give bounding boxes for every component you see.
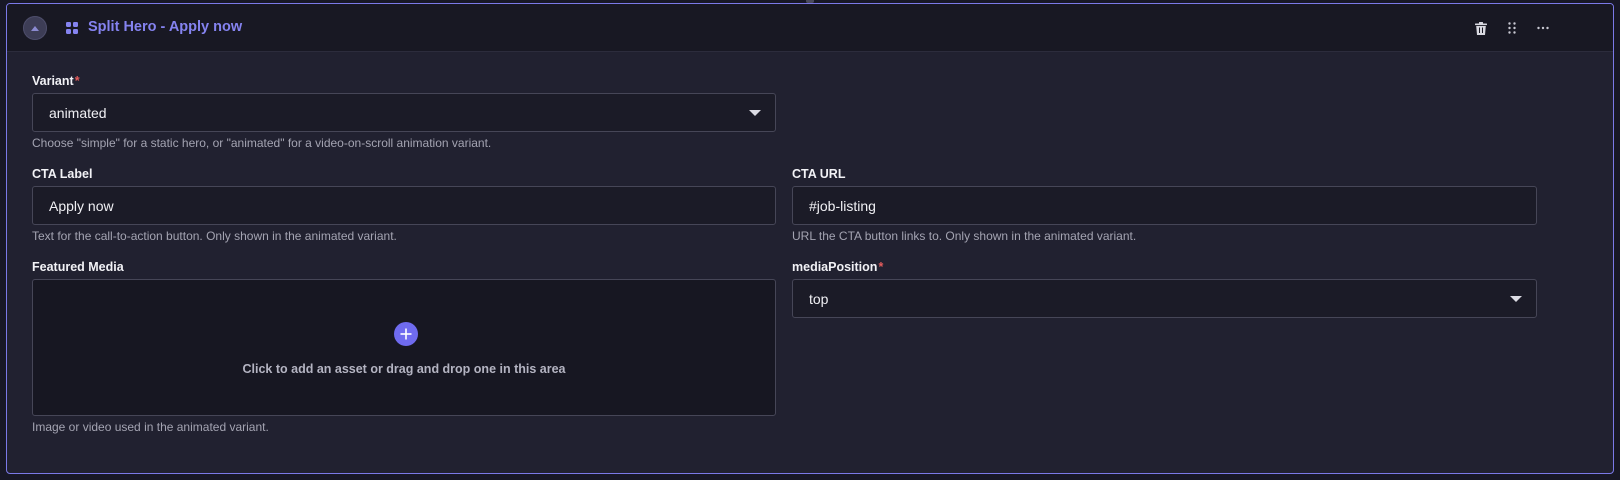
block-header[interactable]: Split Hero - Apply now bbox=[7, 4, 1613, 52]
block-title[interactable]: Split Hero - Apply now bbox=[88, 19, 242, 35]
cta-label-label: CTA Label bbox=[32, 167, 93, 181]
block-card: Split Hero - Apply now Variant* animated… bbox=[6, 3, 1614, 474]
cta-url-hint: URL the CTA button links to. Only shown … bbox=[792, 229, 1137, 243]
add-asset-icon[interactable] bbox=[394, 322, 418, 346]
cta-label-hint: Text for the call-to-action button. Only… bbox=[32, 229, 397, 243]
required-marker: * bbox=[878, 260, 884, 274]
variant-select[interactable]: animated bbox=[32, 93, 776, 132]
dropzone-text: Click to add an asset or drag and drop o… bbox=[242, 362, 566, 376]
cta-label-input[interactable]: Apply now bbox=[32, 186, 776, 225]
media-position-select[interactable]: top bbox=[792, 279, 1537, 318]
cta-url-input[interactable]: #job-listing bbox=[792, 186, 1537, 225]
required-marker: * bbox=[74, 74, 80, 88]
variant-hint: Choose "simple" for a static hero, or "a… bbox=[32, 136, 492, 150]
media-position-value: top bbox=[809, 290, 829, 307]
cta-url-value: #job-listing bbox=[809, 197, 876, 214]
chevron-down-icon bbox=[749, 110, 761, 116]
variant-select-value: animated bbox=[49, 104, 107, 121]
trash-icon[interactable] bbox=[1471, 18, 1491, 38]
more-horizontal-icon[interactable] bbox=[1533, 18, 1553, 38]
media-position-label: mediaPosition* bbox=[792, 260, 884, 274]
featured-media-dropzone[interactable]: Click to add an asset or drag and drop o… bbox=[32, 279, 776, 416]
featured-media-hint: Image or video used in the animated vari… bbox=[32, 420, 269, 434]
cta-url-label: CTA URL bbox=[792, 167, 846, 181]
chevron-down-icon bbox=[1510, 296, 1522, 302]
grid-blocks-icon bbox=[66, 22, 78, 34]
featured-media-label: Featured Media bbox=[32, 260, 124, 274]
cta-label-value: Apply now bbox=[49, 197, 114, 214]
drag-handle-icon[interactable] bbox=[1502, 18, 1522, 38]
variant-label: Variant* bbox=[32, 74, 80, 88]
chevron-up-icon[interactable] bbox=[23, 16, 47, 40]
